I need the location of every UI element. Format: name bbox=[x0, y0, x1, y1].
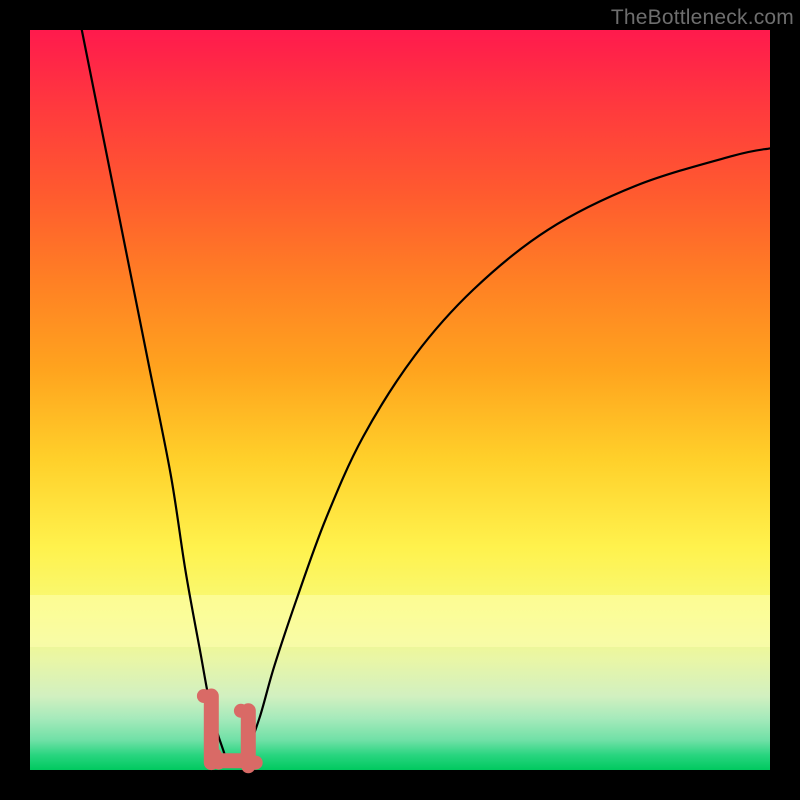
left-red-marker-cap bbox=[197, 689, 211, 703]
red-valley-markers bbox=[197, 689, 263, 773]
bottom-red-marker-cap bbox=[208, 748, 222, 762]
right-red-marker-cap bbox=[234, 704, 248, 718]
watermark-text: TheBottleneck.com bbox=[611, 6, 794, 30]
bottom-red-marker-cap bbox=[241, 759, 255, 773]
bottleneck-curve bbox=[82, 30, 770, 763]
curve-overlay-svg bbox=[30, 30, 770, 770]
